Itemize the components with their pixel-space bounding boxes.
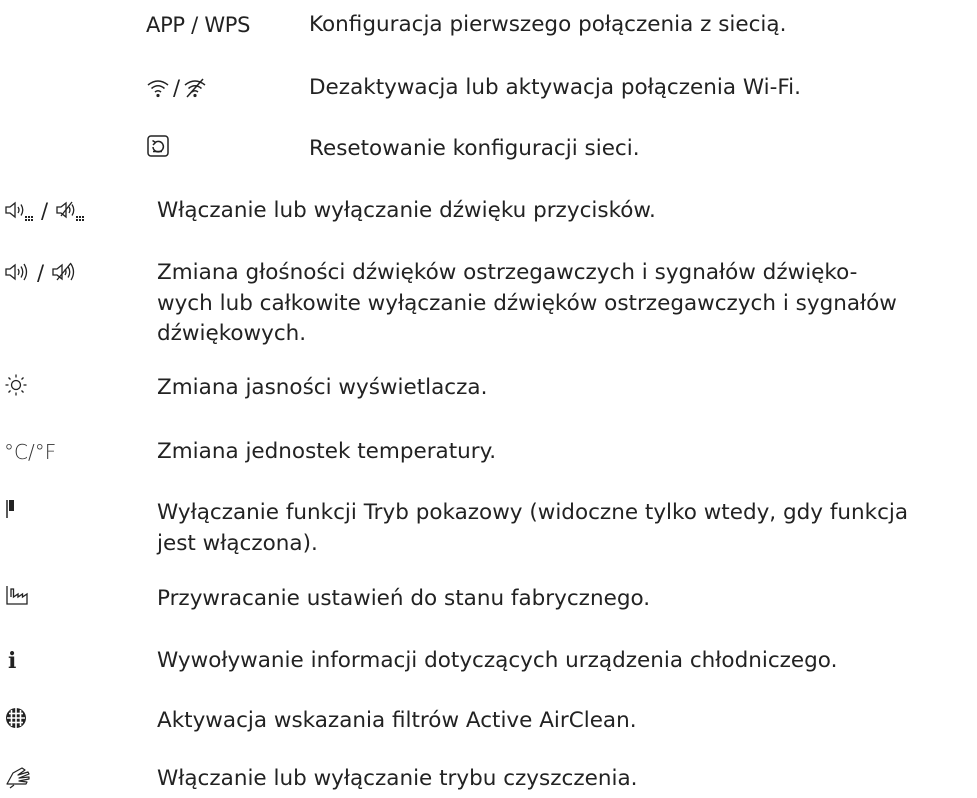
- cleaning-mode-symbol: [4, 764, 32, 790]
- brightness-description: Zmiana jasności wyświetlacza.: [157, 375, 488, 400]
- filter-icon: [6, 708, 26, 728]
- filter-symbol: [4, 706, 28, 730]
- volume-description-line-2: wych lub całkowite wyłączanie dźwięków o…: [157, 290, 897, 316]
- factory-reset-symbol: [4, 584, 30, 608]
- volume-separator: /: [37, 261, 45, 285]
- temperature-units-symbol: °C/°F: [4, 437, 56, 467]
- wifi-icon: [147, 80, 169, 98]
- brightness-icon: [5, 374, 27, 396]
- filter-description: Aktywacja wskazania filtrów Active AirCl…: [157, 708, 637, 733]
- volume-description-line-1: Zmiana głośności dźwięków ostrzegawczych…: [157, 260, 858, 285]
- temperature-units-label: °C/°F: [4, 440, 57, 464]
- wifi-symbol: /: [146, 73, 207, 103]
- brightness-symbol: [4, 373, 28, 397]
- key-sound-separator: /: [41, 199, 49, 223]
- network-reset-description: Resetowanie konfiguracji sieci.: [309, 136, 640, 161]
- wifi-separator: /: [173, 76, 181, 100]
- factory-reset-icon: [6, 586, 28, 605]
- volume-symbol: /: [4, 258, 77, 288]
- app-wps-symbol: APP / WPS: [146, 13, 251, 37]
- key-sound-on-icon: [5, 201, 33, 221]
- key-sound-off-icon: [56, 201, 85, 221]
- temperature-units-description: Zmiana jednostek temperatury.: [157, 439, 497, 464]
- volume-icon: [5, 263, 28, 281]
- app-wps-description: Konfiguracja pierwszego połączenia z sie…: [309, 12, 787, 37]
- network-reset-symbol: [146, 134, 170, 158]
- volume-description-line-3: dźwiękowych.: [157, 321, 307, 346]
- mute-icon: [52, 262, 75, 281]
- demo-mode-description-line-1: Wyłączanie funkcji Tryb pokazowy (widocz…: [157, 500, 909, 525]
- factory-reset-description: Przywracanie ustawień do stanu fabryczne…: [157, 586, 651, 611]
- key-sound-symbol: /: [4, 196, 85, 226]
- demo-mode-icon: [6, 500, 14, 518]
- cleaning-mode-icon: [6, 767, 30, 789]
- volume-description: Zmiana głośności dźwięków ostrzegawczych…: [157, 258, 977, 350]
- demo-mode-symbol: [4, 498, 20, 522]
- key-sound-description: Włączanie lub wyłączanie dźwięku przycis…: [157, 198, 656, 223]
- info-icon: i: [8, 648, 17, 674]
- info-description: Wywoływanie informacji dotyczących urząd…: [157, 648, 838, 673]
- wifi-description: Dezaktywacja lub aktywacja połączenia Wi…: [309, 75, 801, 100]
- demo-mode-description: Wyłączanie funkcji Tryb pokazowy (widocz…: [157, 498, 977, 559]
- demo-mode-description-line-2: jest włączona).: [157, 530, 318, 556]
- network-reset-icon: [147, 135, 169, 157]
- cleaning-mode-description: Włączanie lub wyłączanie trybu czyszczen…: [157, 766, 638, 791]
- wifi-off-icon: [184, 78, 206, 98]
- info-symbol: i: [4, 646, 16, 676]
